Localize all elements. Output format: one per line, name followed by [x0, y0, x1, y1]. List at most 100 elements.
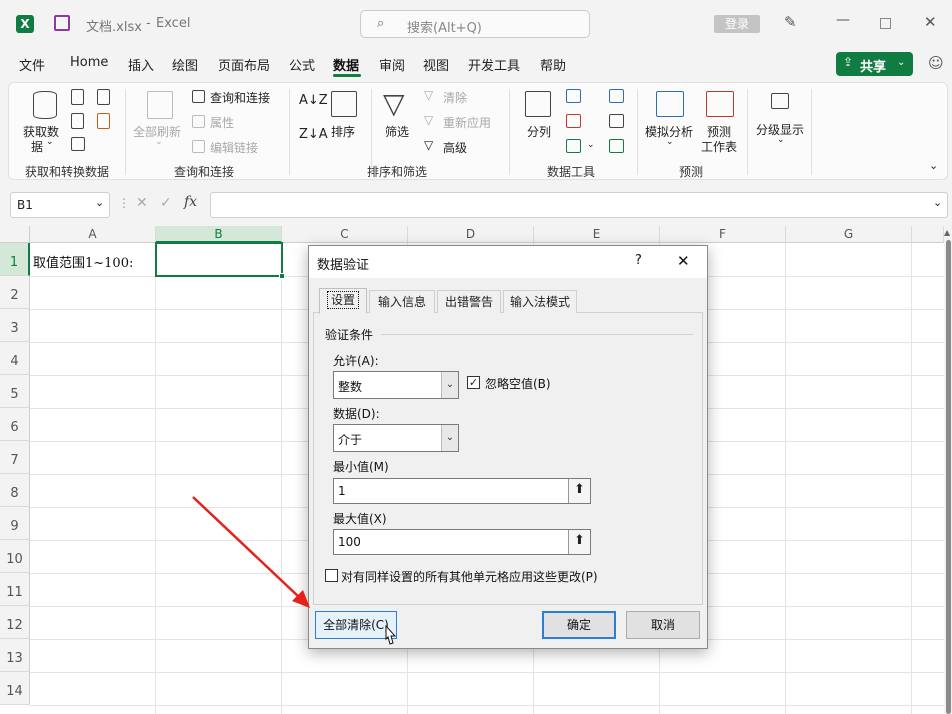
- row-header-5[interactable]: 5: [0, 375, 30, 408]
- ignore-blank-checkbox[interactable]: ✓: [467, 376, 480, 389]
- tab-error-alert[interactable]: 出错警告: [437, 290, 501, 313]
- recent-sources-icon[interactable]: [97, 89, 110, 105]
- vertical-scrollbar[interactable]: ▲: [944, 226, 952, 714]
- menu-home[interactable]: Home: [70, 55, 108, 70]
- sort-za-icon[interactable]: Z↓A: [299, 127, 328, 142]
- tab-ime-mode[interactable]: 输入法模式: [503, 290, 577, 313]
- tab-settings[interactable]: 设置: [319, 288, 367, 314]
- menu-file[interactable]: 文件: [19, 55, 45, 74]
- edit-links-button[interactable]: 编辑链接: [210, 139, 258, 156]
- menu-draw[interactable]: 绘图: [172, 55, 198, 74]
- enter-formula-icon[interactable]: ✓: [160, 195, 172, 211]
- menu-help[interactable]: 帮助: [540, 55, 566, 74]
- menu-review[interactable]: 审阅: [379, 55, 405, 74]
- allow-dropdown-icon[interactable]: ⌄: [441, 372, 458, 398]
- min-input[interactable]: 1 ⬆: [333, 478, 591, 504]
- row-header-3[interactable]: 3: [0, 309, 30, 342]
- relationships-icon[interactable]: [609, 114, 624, 128]
- row-header-2[interactable]: 2: [0, 276, 30, 309]
- name-box-dropdown-icon[interactable]: ⌄: [95, 196, 104, 209]
- consolidate-icon[interactable]: [609, 89, 624, 103]
- cancel-button[interactable]: 取消: [626, 611, 700, 639]
- row-header-12[interactable]: 12: [0, 606, 30, 639]
- apply-all-checkbox[interactable]: [325, 569, 338, 582]
- col-header-h[interactable]: [912, 226, 944, 243]
- min-range-picker-icon[interactable]: ⬆: [568, 479, 590, 503]
- row-header-7[interactable]: 7: [0, 441, 30, 474]
- data-validation-icon[interactable]: [566, 139, 581, 153]
- flash-fill-icon[interactable]: [566, 89, 581, 103]
- forecast-sheet-label-2[interactable]: 工作表: [701, 138, 737, 155]
- help-icon[interactable]: ?: [635, 253, 642, 268]
- sort-az-icon[interactable]: A↓Z: [299, 93, 328, 108]
- from-text-icon[interactable]: [71, 89, 84, 105]
- row-header-1[interactable]: 1: [0, 243, 30, 276]
- row-header-14[interactable]: 14: [0, 672, 30, 705]
- save-icon[interactable]: [54, 15, 70, 31]
- menu-formulas[interactable]: 公式: [289, 55, 315, 74]
- insert-function-icon[interactable]: fx: [184, 194, 197, 210]
- selected-cell-b1[interactable]: [155, 242, 283, 277]
- from-table-icon[interactable]: [71, 137, 85, 151]
- col-header-g[interactable]: G: [786, 226, 912, 243]
- max-range-picker-icon[interactable]: ⬆: [568, 530, 590, 554]
- existing-connections-icon[interactable]: [97, 113, 110, 129]
- close-icon[interactable]: ✕: [677, 252, 690, 270]
- scroll-up-icon[interactable]: ▲: [944, 228, 950, 237]
- cancel-formula-icon[interactable]: ✕: [136, 195, 148, 211]
- get-data-label-2[interactable]: 据: [31, 138, 43, 155]
- row-header-6[interactable]: 6: [0, 408, 30, 441]
- row-header-4[interactable]: 4: [0, 342, 30, 375]
- fill-handle[interactable]: [279, 273, 285, 279]
- col-header-d[interactable]: D: [408, 226, 534, 243]
- menu-developer[interactable]: 开发工具: [468, 55, 520, 74]
- pen-icon[interactable]: ✎: [784, 13, 797, 31]
- allow-select[interactable]: 整数 ⌄: [333, 371, 459, 399]
- scroll-thumb[interactable]: [946, 240, 951, 714]
- col-header-f[interactable]: F: [660, 226, 786, 243]
- close-window-icon[interactable]: ✕: [924, 13, 937, 31]
- maximize-icon[interactable]: [880, 18, 891, 29]
- col-header-c[interactable]: C: [282, 226, 408, 243]
- menu-data[interactable]: 数据: [333, 55, 359, 74]
- formula-expand-icon[interactable]: ⌄: [933, 196, 942, 209]
- menu-view[interactable]: 视图: [423, 55, 449, 74]
- menu-insert[interactable]: 插入: [128, 55, 154, 74]
- select-all-corner[interactable]: [0, 226, 30, 243]
- name-box[interactable]: B1 ⌄: [10, 192, 110, 218]
- sort-button[interactable]: 排序: [331, 123, 355, 140]
- row-header-9[interactable]: 9: [0, 507, 30, 540]
- comments-icon[interactable]: ☺: [928, 54, 944, 72]
- clear-button[interactable]: 清除: [443, 89, 467, 106]
- formula-input[interactable]: ⌄: [210, 192, 948, 218]
- col-header-a[interactable]: A: [30, 226, 156, 243]
- col-header-e[interactable]: E: [534, 226, 660, 243]
- reapply-button[interactable]: 重新应用: [443, 114, 491, 131]
- ok-button[interactable]: 确定: [542, 611, 616, 639]
- login-button[interactable]: 登录: [714, 15, 760, 33]
- queries-connections-button[interactable]: 查询和连接: [210, 89, 270, 106]
- row-header-13[interactable]: 13: [0, 639, 30, 672]
- search-box[interactable]: ⌕ 搜索(Alt+Q): [360, 10, 590, 38]
- data-dropdown-icon[interactable]: ⌄: [441, 425, 458, 451]
- ribbon-expand-icon[interactable]: ⌄: [929, 159, 938, 172]
- filter-button[interactable]: 筛选: [385, 123, 409, 140]
- data-select[interactable]: 介于 ⌄: [333, 424, 459, 452]
- advanced-button[interactable]: 高级: [443, 139, 467, 156]
- from-web-icon[interactable]: [71, 113, 84, 129]
- remove-duplicates-icon[interactable]: [566, 114, 581, 128]
- tab-input-message[interactable]: 输入信息: [369, 290, 435, 313]
- text-to-columns-button[interactable]: 分列: [527, 123, 551, 140]
- col-header-b[interactable]: B: [156, 226, 282, 243]
- apply-all-label[interactable]: 对有同样设置的所有其他单元格应用这些更改(P): [341, 568, 598, 585]
- minimize-icon[interactable]: —: [836, 12, 850, 28]
- cell-a1[interactable]: 取值范围1~100:: [33, 252, 133, 271]
- row-header-10[interactable]: 10: [0, 540, 30, 573]
- ignore-blank-label[interactable]: 忽略空值(B): [485, 375, 551, 392]
- max-input[interactable]: 100 ⬆: [333, 529, 591, 555]
- data-model-icon[interactable]: [609, 139, 624, 153]
- row-header-11[interactable]: 11: [0, 573, 30, 606]
- menu-page-layout[interactable]: 页面布局: [218, 55, 270, 74]
- row-header-8[interactable]: 8: [0, 474, 30, 507]
- share-button[interactable]: ⇪ 共享 ⌄: [836, 52, 913, 76]
